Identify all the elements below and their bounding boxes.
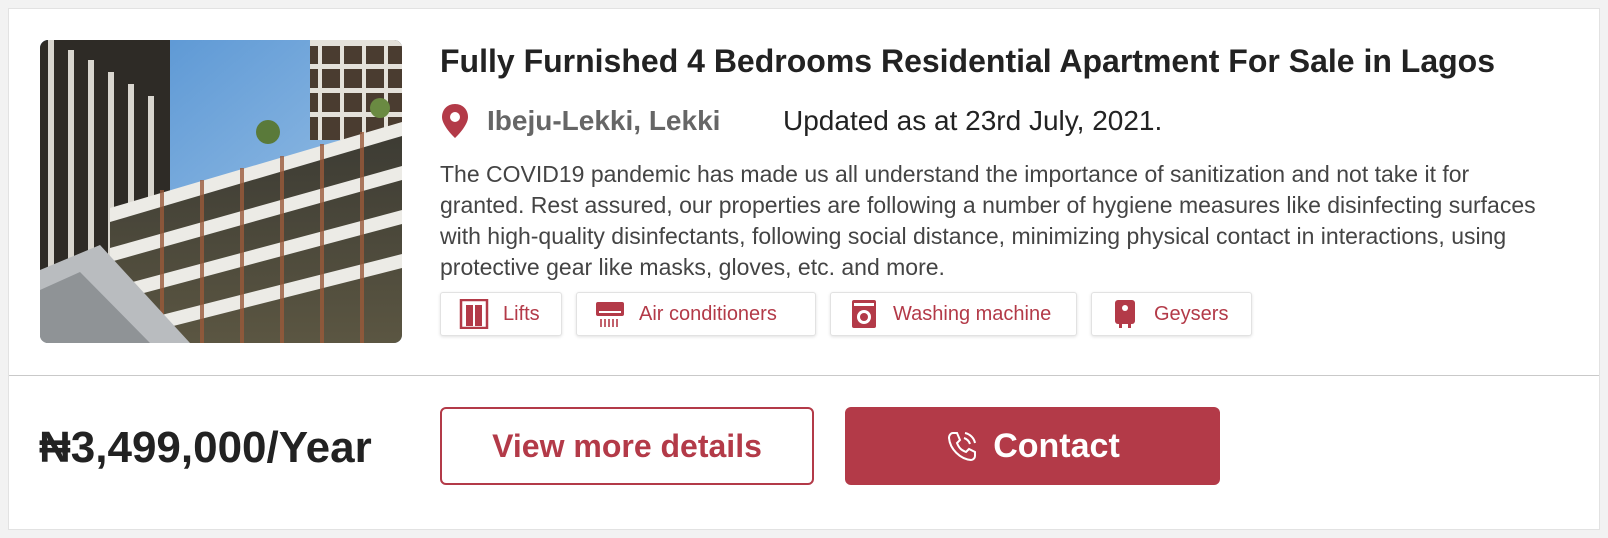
listing-summary: Fully Furnished 4 Bedrooms Residential A… xyxy=(9,9,1599,375)
listing-title[interactable]: Fully Furnished 4 Bedrooms Residential A… xyxy=(440,43,1570,80)
washing-machine-icon xyxy=(849,299,879,329)
listing-card: Fully Furnished 4 Bedrooms Residential A… xyxy=(8,8,1600,530)
amenity-label: Geysers xyxy=(1154,302,1229,325)
property-photo[interactable] xyxy=(40,40,402,343)
amenity-lifts: Lifts xyxy=(440,292,562,336)
water-heater-icon xyxy=(1110,299,1140,329)
amenity-label: Washing machine xyxy=(893,302,1052,325)
amenity-label: Air conditioners xyxy=(639,302,777,325)
phone-icon xyxy=(948,432,977,462)
amenity-geysers: Geysers xyxy=(1091,292,1252,336)
view-more-details-button[interactable]: View more details xyxy=(440,407,814,485)
air-conditioner-icon xyxy=(595,299,625,329)
price-text: ₦3,499,000/Year xyxy=(39,423,372,472)
listing-actions: ₦3,499,000/Year View more details Contac… xyxy=(9,376,1599,531)
location-text: Ibeju-Lekki, Lekki xyxy=(487,105,721,136)
elevator-icon xyxy=(459,299,489,329)
amenity-washing-machine: Washing machine xyxy=(830,292,1077,336)
amenities-list: Lifts Air conditioners Washing machine G… xyxy=(440,292,1560,338)
location-row: Ibeju-Lekki, Lekki Updated as at 23rd Ju… xyxy=(440,101,1540,141)
listing-description: The COVID19 pandemic has made us all und… xyxy=(440,161,1536,280)
updated-date: Updated as at 23rd July, 2021. xyxy=(783,105,1163,136)
amenity-label: Lifts xyxy=(503,302,540,325)
contact-label: Contact xyxy=(993,426,1120,465)
amenity-air-conditioners: Air conditioners xyxy=(576,292,816,336)
contact-button[interactable]: Contact xyxy=(845,407,1220,485)
location-pin-icon xyxy=(442,104,468,138)
